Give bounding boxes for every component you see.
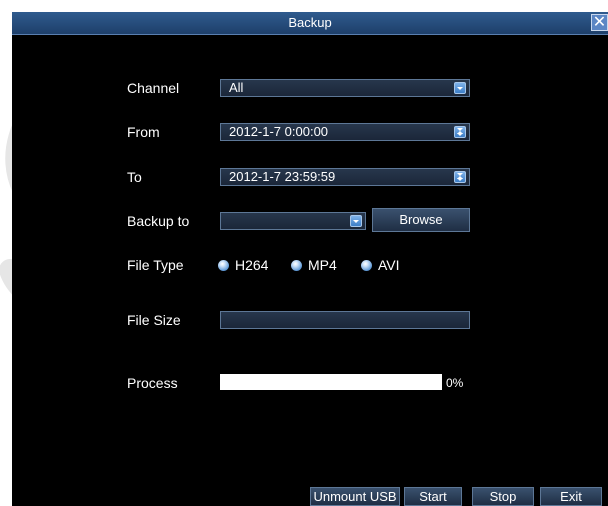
process-label: Process [127,375,178,391]
from-value: 2012-1-7 0:00:00 [229,124,329,139]
radio-mp4[interactable]: MP4 [291,257,337,273]
start-button[interactable]: Start [404,487,462,506]
file-type-label: File Type [127,257,184,273]
spinner-icon[interactable] [454,171,466,183]
radio-h264[interactable]: H264 [218,257,268,273]
from-datetime-field[interactable]: 2012-1-7 0:00:00 [220,123,470,141]
radio-mp4-label: MP4 [308,257,337,273]
title-bar: Backup ✕ [12,12,608,35]
to-value: 2012-1-7 23:59:59 [229,169,336,184]
dropdown-arrow-icon[interactable] [454,82,466,94]
file-size-field [220,311,470,329]
process-percent: 0% [446,376,464,390]
radio-icon[interactable] [361,259,372,271]
radio-avi-label: AVI [378,257,400,273]
dialog-title: Backup [288,15,332,30]
radio-icon[interactable] [291,259,302,271]
unmount-usb-button[interactable]: Unmount USB [310,487,400,506]
radio-avi[interactable]: AVI [361,257,400,273]
backup-to-label: Backup to [127,213,190,229]
dropdown-arrow-icon[interactable] [350,215,362,227]
browse-button[interactable]: Browse [372,208,470,232]
exit-button[interactable]: Exit [540,487,602,506]
channel-value: All [229,80,244,95]
to-label: To [127,169,142,185]
radio-h264-label: H264 [235,257,269,273]
stop-button[interactable]: Stop [472,487,534,506]
process-progress-bar [220,374,442,390]
to-datetime-field[interactable]: 2012-1-7 23:59:59 [220,168,470,186]
radio-icon[interactable] [218,259,229,271]
from-label: From [127,124,160,140]
backup-device-select[interactable] [220,212,366,230]
file-size-label: File Size [127,312,181,328]
channel-label: Channel [127,80,180,96]
spinner-icon[interactable] [454,126,466,138]
channel-select[interactable]: All [220,79,470,97]
backup-dialog: Backup ✕ Channel All From 2012-1-7 0:00:… [12,12,608,506]
close-icon[interactable]: ✕ [591,14,608,31]
